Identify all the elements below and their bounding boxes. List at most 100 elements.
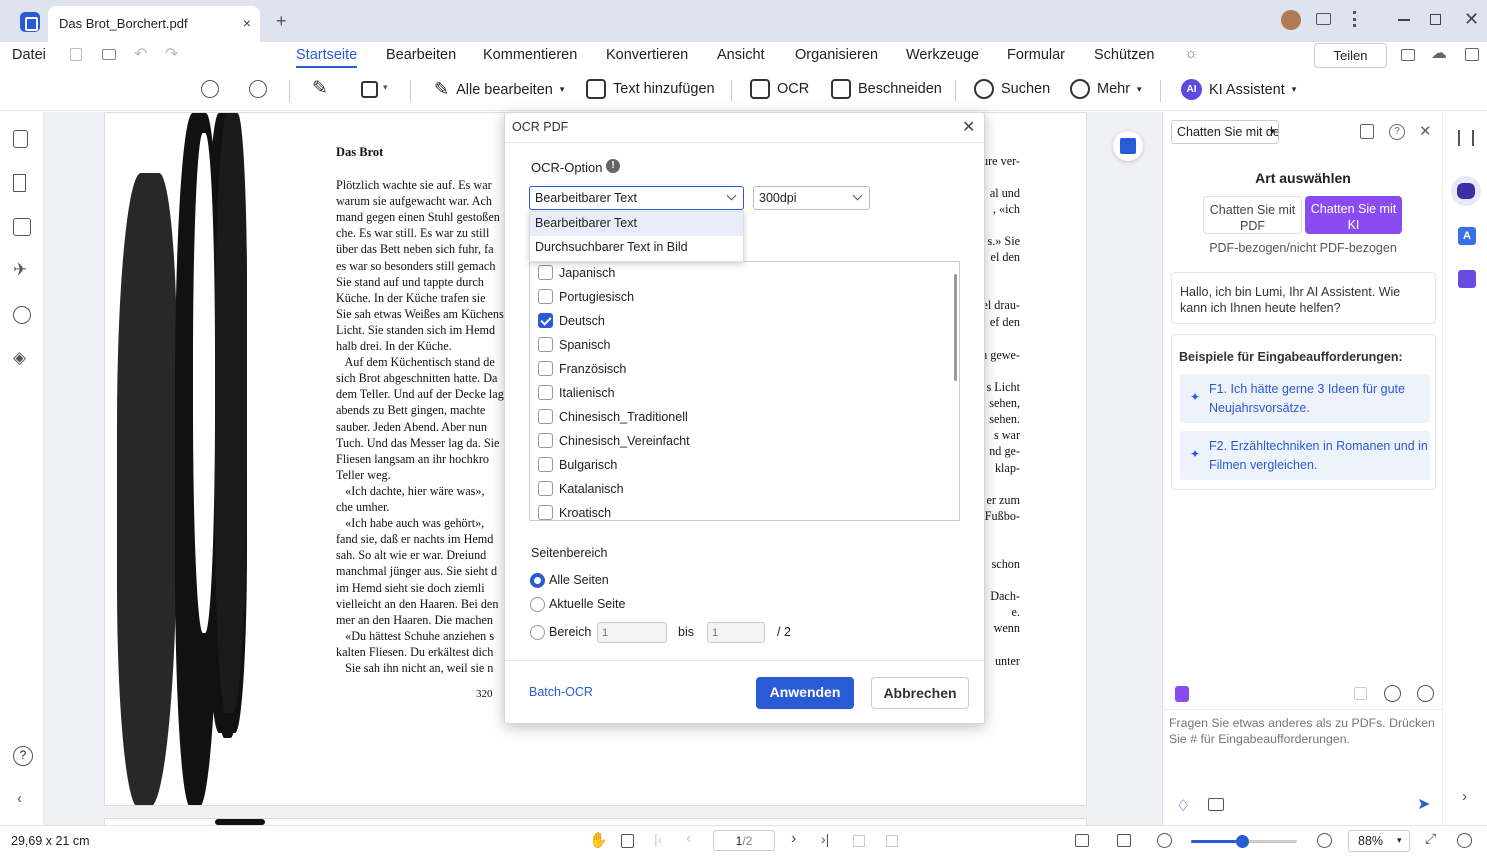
zoom-in-icon[interactable] xyxy=(249,80,267,98)
language-checkbox[interactable] xyxy=(538,457,553,472)
highlighter-icon[interactable]: ✎ xyxy=(312,77,328,100)
help-icon[interactable]: ? xyxy=(13,746,33,766)
range-from-input[interactable] xyxy=(597,622,667,643)
next-page-icon[interactable]: › xyxy=(791,830,796,848)
ocr-option-select[interactable]: Bearbeitbarer Text xyxy=(529,186,744,210)
tab-close-icon[interactable]: × xyxy=(243,15,251,31)
last-page-icon[interactable]: ›| xyxy=(821,831,829,847)
layers-icon[interactable]: ◈ xyxy=(13,348,26,368)
batch-ocr-link[interactable]: Batch-OCR xyxy=(529,685,593,699)
page-thumbnail-icon[interactable] xyxy=(13,130,28,148)
more-vertical-icon[interactable] xyxy=(1353,11,1356,27)
new-tab-icon[interactable]: + xyxy=(276,11,287,32)
chat-with-pdf-button[interactable]: Chatten Sie mit PDF xyxy=(1203,196,1302,234)
minimize-icon[interactable] xyxy=(1398,19,1410,21)
menu-schuetzen[interactable]: Schützen xyxy=(1094,47,1154,63)
crop-button[interactable]: Beschneiden xyxy=(831,79,942,99)
menu-bearbeiten[interactable]: Bearbeiten xyxy=(386,47,456,63)
page-layout-icon[interactable] xyxy=(1075,834,1089,847)
history-icon[interactable] xyxy=(1384,685,1401,702)
bookmark-icon[interactable] xyxy=(13,174,26,192)
zoom-out-icon[interactable] xyxy=(201,80,219,98)
language-checkbox[interactable] xyxy=(538,433,553,448)
dropdown-option-editable[interactable]: Bearbeitbarer Text xyxy=(530,212,743,236)
checklist-icon[interactable] xyxy=(1458,270,1476,288)
menu-werkzeuge[interactable]: Werkzeuge xyxy=(906,47,979,63)
search-button[interactable]: Suchen xyxy=(974,79,1050,99)
prev-page-icon[interactable]: ‹ xyxy=(686,830,691,848)
undo-icon[interactable]: ↶ xyxy=(134,44,147,64)
ocr-button[interactable]: OCR xyxy=(750,79,809,99)
range-radio[interactable] xyxy=(530,625,545,640)
menu-formular[interactable]: Formular xyxy=(1007,47,1065,63)
status-check-icon[interactable] xyxy=(1457,833,1472,848)
attachment-icon[interactable]: ✈ xyxy=(13,260,27,280)
zoom-select[interactable]: 88% ▾ xyxy=(1348,830,1410,852)
cloud-upload-icon[interactable]: ☁ xyxy=(1431,43,1447,63)
current-page-radio[interactable] xyxy=(530,597,545,612)
menu-konvertieren[interactable]: Konvertieren xyxy=(606,47,688,63)
language-checkbox[interactable] xyxy=(538,481,553,496)
save-icon[interactable] xyxy=(70,48,82,61)
help-icon[interactable]: ? xyxy=(1389,124,1405,140)
view-mode-icon[interactable] xyxy=(1117,834,1131,847)
edit-all-button[interactable]: ✎ Alle bearbeiten ▾ xyxy=(434,79,564,100)
dpi-select[interactable]: 300dpi xyxy=(753,186,870,210)
menu-ansicht[interactable]: Ansicht xyxy=(717,47,765,63)
language-checkbox[interactable] xyxy=(538,385,553,400)
menu-organisieren[interactable]: Organisieren xyxy=(795,47,878,63)
language-list[interactable]: Japanisch Portugiesisch Deutsch Spanisch Fra… xyxy=(529,261,960,521)
cancel-button[interactable]: Abbrechen xyxy=(871,677,969,709)
shape-icon[interactable] xyxy=(361,81,378,98)
prompt-library-icon[interactable] xyxy=(1175,686,1189,702)
file-menu[interactable]: Datei xyxy=(12,47,46,63)
close-panel-icon[interactable]: ✕ xyxy=(1419,122,1432,140)
convert-to-word-button[interactable] xyxy=(1113,131,1143,161)
comment-icon[interactable] xyxy=(13,218,31,236)
chat-with-ai-button[interactable]: Chatten Sie mit KI xyxy=(1305,196,1402,234)
settings-icon[interactable] xyxy=(1417,685,1434,702)
lightbulb-icon[interactable]: ☼ xyxy=(1184,45,1198,62)
language-checkbox[interactable] xyxy=(538,289,553,304)
properties-icon[interactable] xyxy=(1458,130,1474,146)
send-icon[interactable]: ➤ xyxy=(1417,794,1430,814)
all-pages-radio[interactable] xyxy=(530,573,545,588)
add-text-button[interactable]: Text hinzufügen xyxy=(586,79,715,99)
rotate-left-icon[interactable] xyxy=(853,835,865,847)
language-checkbox[interactable] xyxy=(538,337,553,352)
feedback-icon[interactable] xyxy=(1316,13,1331,25)
share-button[interactable]: Teilen xyxy=(1314,43,1387,68)
zoom-slider[interactable] xyxy=(1191,835,1297,848)
ai-chat-input[interactable] xyxy=(1169,715,1437,775)
more-button[interactable]: Mehr ▾ xyxy=(1070,79,1142,99)
chat-mode-select[interactable]: Chatten Sie mit de ▾ xyxy=(1171,120,1279,144)
hierarchy-icon[interactable] xyxy=(1401,49,1415,61)
fullscreen-icon[interactable]: ⤢ xyxy=(1425,830,1436,847)
redo-icon[interactable]: ↷ xyxy=(165,44,178,64)
range-to-input[interactable] xyxy=(707,622,765,643)
print-icon[interactable] xyxy=(102,49,116,60)
ai-assistant-button[interactable]: AI KI Assistent ▾ xyxy=(1181,79,1296,100)
menu-kommentieren[interactable]: Kommentieren xyxy=(483,47,577,63)
document-list-icon[interactable] xyxy=(1360,124,1374,139)
expand-right-icon[interactable]: › xyxy=(1462,788,1467,805)
ai-bot-tab[interactable] xyxy=(1451,176,1481,206)
zoom-out-status-icon[interactable] xyxy=(1157,833,1172,848)
avatar[interactable] xyxy=(1281,10,1301,30)
lightbulb-prompt-icon[interactable]: ♢ xyxy=(1176,796,1190,816)
language-checkbox[interactable] xyxy=(538,409,553,424)
page-number-field[interactable]: 1/2 xyxy=(713,830,775,851)
close-window-icon[interactable]: ✕ xyxy=(1464,9,1479,30)
scrollbar[interactable] xyxy=(954,274,957,381)
chevron-down-icon[interactable]: ▾ xyxy=(383,82,388,93)
apply-button[interactable]: Anwenden xyxy=(756,677,854,709)
maximize-icon[interactable] xyxy=(1430,14,1441,25)
dialog-close-icon[interactable]: ✕ xyxy=(962,117,975,137)
info-icon[interactable]: ! xyxy=(606,159,620,173)
rotate-right-icon[interactable] xyxy=(886,835,898,847)
document-tab[interactable]: Das Brot_Borchert.pdf × xyxy=(48,6,260,42)
example-prompt-2[interactable]: ✦ F2. Erzähltechniken in Romanen und in … xyxy=(1180,431,1430,480)
dropdown-option-searchable[interactable]: Durchsuchbarer Text in Bild xyxy=(530,236,743,260)
translate-icon[interactable]: A xyxy=(1458,227,1476,245)
panel-layout-icon[interactable] xyxy=(1465,48,1479,61)
